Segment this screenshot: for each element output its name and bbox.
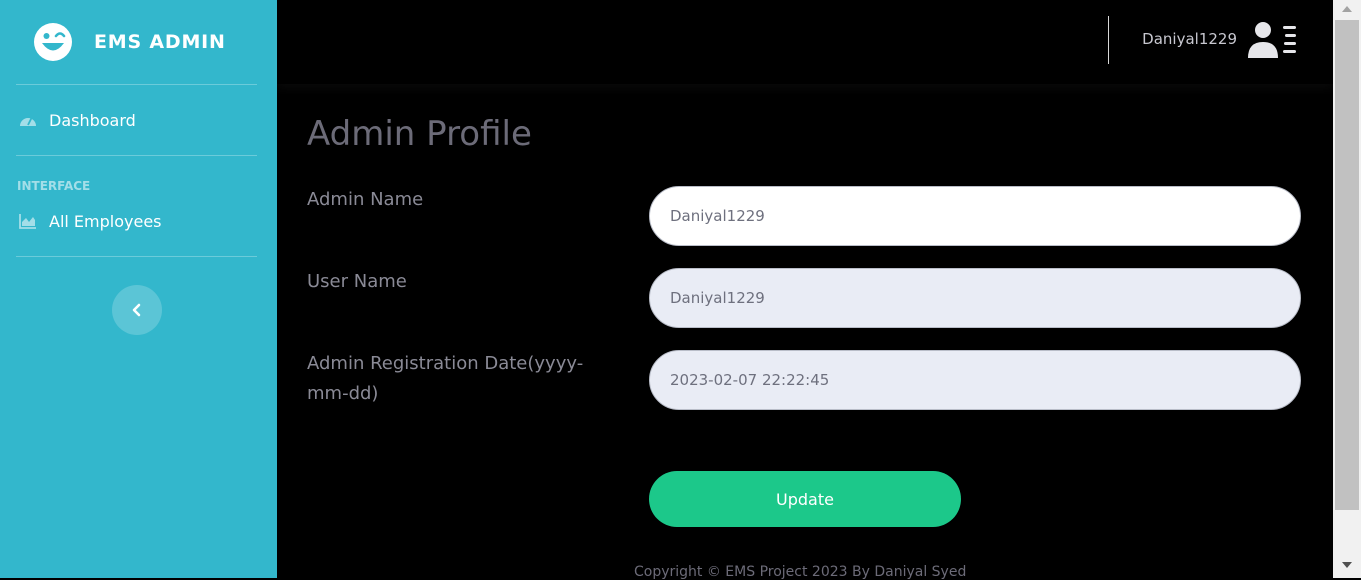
sidebar-divider xyxy=(16,256,257,257)
triangle-up-icon xyxy=(1342,6,1352,12)
scroll-down-button[interactable] xyxy=(1333,556,1361,574)
triangle-down-icon xyxy=(1342,562,1352,568)
sidebar-item-dashboard[interactable]: Dashboard xyxy=(0,85,277,155)
reg-date-label: Admin Registration Date(yyyy-mm-dd) xyxy=(307,353,584,404)
laugh-wink-icon xyxy=(34,23,72,61)
chart-area-icon xyxy=(18,211,38,231)
topbar-username[interactable]: Daniyal1229 xyxy=(1142,30,1237,48)
main-content: Admin Profile Admin Name User Name Admin… xyxy=(277,84,1333,580)
sidebar-item-label: Dashboard xyxy=(49,110,136,130)
update-button[interactable]: Update xyxy=(649,471,961,527)
page-title: Admin Profile xyxy=(307,114,532,154)
tachometer-icon xyxy=(18,110,38,130)
sidebar-item-label: All Employees xyxy=(49,211,162,231)
scroll-up-button[interactable] xyxy=(1333,0,1361,18)
sidebar: EMS ADMIN Dashboard INTERFACE All Employ… xyxy=(0,0,277,578)
reg-date-field[interactable] xyxy=(649,350,1301,410)
user-list-icon[interactable] xyxy=(1247,20,1299,60)
admin-name-label: Admin Name xyxy=(307,189,424,210)
sidebar-brand[interactable]: EMS ADMIN xyxy=(0,0,277,84)
brand-title: EMS ADMIN xyxy=(94,31,226,53)
topbar-divider xyxy=(1108,16,1109,64)
topbar: Daniyal1229 xyxy=(277,0,1333,84)
chevron-left-icon xyxy=(132,303,141,317)
sidebar-toggle-button[interactable] xyxy=(112,285,162,335)
admin-name-field[interactable] xyxy=(649,186,1301,246)
scrollbar-thumb[interactable] xyxy=(1335,20,1359,510)
user-name-field[interactable] xyxy=(649,268,1301,328)
user-name-label: User Name xyxy=(307,271,407,292)
sidebar-item-all-employees[interactable]: All Employees xyxy=(0,186,277,256)
page-scrollbar[interactable] xyxy=(1333,0,1361,578)
